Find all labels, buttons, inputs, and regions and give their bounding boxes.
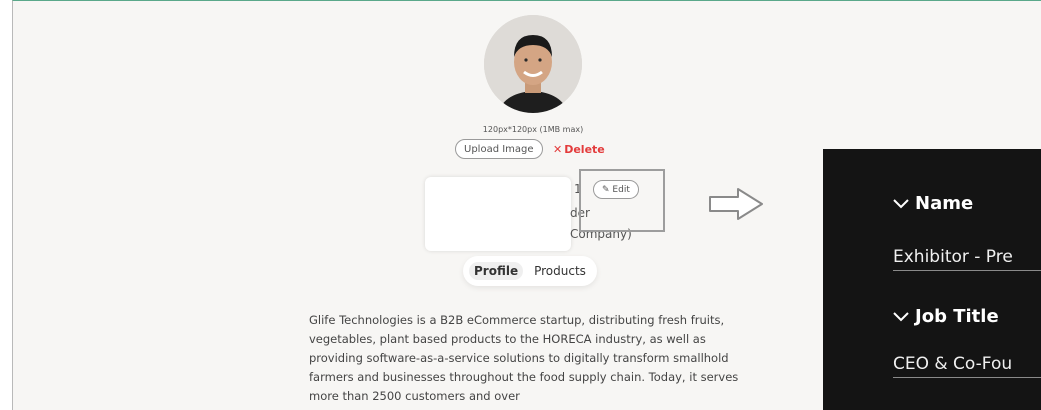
profile-tabs: Profile Products (463, 256, 597, 286)
tab-profile[interactable]: Profile (469, 262, 524, 280)
job-title-field-label: Job Title (915, 306, 999, 327)
chevron-down-icon (893, 199, 909, 209)
delete-label: Delete (564, 143, 605, 156)
tab-products[interactable]: Products (529, 262, 591, 280)
close-icon: ✕ (553, 143, 563, 156)
job-title-field-toggle[interactable]: Job Title (893, 306, 999, 327)
pencil-icon: ✎ (602, 185, 610, 195)
name-field-label: Name (915, 193, 974, 214)
delete-image-button[interactable]: ✕ Delete (553, 143, 605, 156)
job-title-input[interactable]: CEO & Co-Fou (893, 354, 1041, 378)
edit-profile-panel: Name Exhibitor - Pre Job Title CEO & Co-… (823, 149, 1041, 410)
edit-button[interactable]: ✎ Edit (593, 180, 639, 199)
avatar[interactable] (484, 15, 582, 113)
profile-info-card-redacted (425, 177, 571, 251)
avatar-photo (484, 15, 582, 113)
name-input[interactable]: Exhibitor - Pre (893, 247, 1041, 271)
edit-highlight-box (579, 169, 665, 232)
name-field-toggle[interactable]: Name (893, 193, 973, 214)
chevron-down-icon (893, 312, 909, 322)
upload-image-button[interactable]: Upload Image (455, 139, 543, 159)
company-description: Glife Technologies is a B2B eCommerce st… (309, 313, 739, 403)
arrow-right-icon (709, 188, 763, 220)
edit-label: Edit (612, 185, 630, 195)
profile-page: 120px*120px (1MB max) Upload Image ✕ Dele… (12, 0, 1041, 410)
image-size-hint: 120px*120px (1MB max) (482, 125, 584, 134)
